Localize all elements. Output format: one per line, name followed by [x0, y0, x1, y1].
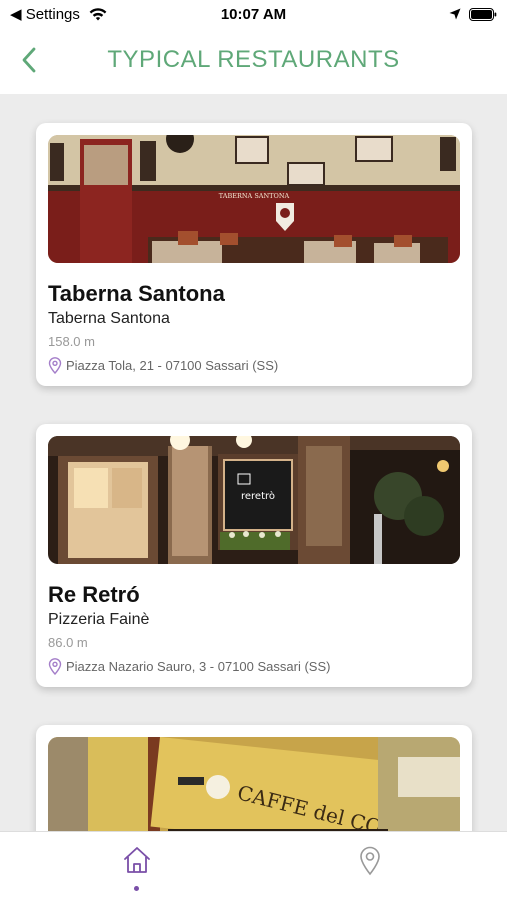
status-bar: ◀ Settings 10:07 AM: [0, 0, 507, 28]
restaurant-address-row: Piazza Nazario Sauro, 3 - 07100 Sassari …: [48, 658, 460, 675]
restaurant-photo: reretrò: [48, 436, 460, 564]
wifi-icon: [89, 7, 107, 20]
restaurant-sign-text: reretrò: [241, 490, 275, 502]
location-arrow-icon: [449, 8, 461, 20]
map-pin-icon: [48, 658, 62, 675]
status-back-to-app[interactable]: ◀ Settings: [10, 5, 107, 23]
tab-home[interactable]: [117, 846, 157, 886]
restaurant-card[interactable]: CAFFE del CORSO: [36, 725, 472, 831]
map-pin-icon: [48, 357, 62, 374]
page-title: TYPICAL RESTAURANTS: [107, 46, 400, 73]
tab-bar: [0, 831, 507, 900]
map-pin-icon: [360, 846, 380, 876]
restaurant-address: Piazza Nazario Sauro, 3 - 07100 Sassari …: [66, 659, 331, 674]
battery-icon: [469, 7, 497, 21]
status-back-label[interactable]: ◀ Settings: [10, 5, 80, 23]
restaurant-address-row: Piazza Tola, 21 - 07100 Sassari (SS): [48, 357, 460, 374]
restaurant-subtitle: Taberna Santona: [48, 310, 170, 327]
tab-map[interactable]: [350, 846, 390, 886]
restaurant-name: Taberna Santona: [48, 281, 225, 306]
home-icon: [124, 847, 150, 873]
restaurant-name: Re Retró: [48, 582, 140, 607]
restaurant-card[interactable]: reretrò Re Retró Pizzeria Fainè 86.0 m P…: [36, 424, 472, 687]
restaurant-sign-text: TABERNA SANTONA: [219, 192, 290, 200]
restaurant-photo: CAFFE del CORSO: [48, 737, 460, 831]
restaurant-address: Piazza Tola, 21 - 07100 Sassari (SS): [66, 358, 279, 373]
restaurant-photo: TABERNA SANTONA: [48, 135, 460, 263]
restaurant-subtitle: Pizzeria Fainè: [48, 611, 150, 628]
restaurant-list[interactable]: TABERNA SANTONA Taberna Santona Taberna …: [0, 94, 507, 831]
active-tab-indicator: [134, 886, 139, 891]
nav-header: TYPICAL RESTAURANTS: [0, 28, 507, 94]
restaurant-distance: 86.0 m: [48, 635, 88, 650]
restaurant-card[interactable]: TABERNA SANTONA Taberna Santona Taberna …: [36, 123, 472, 386]
restaurant-distance: 158.0 m: [48, 334, 95, 349]
